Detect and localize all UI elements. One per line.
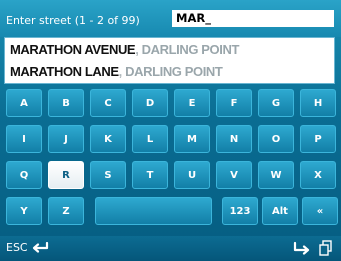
street-name: MARATHON AVENUE	[10, 42, 136, 57]
street-name: MARATHON LANE	[10, 64, 119, 79]
enter-arrow-icon	[32, 241, 50, 254]
key-r[interactable]: R	[48, 161, 84, 189]
key-q[interactable]: Q	[6, 161, 42, 189]
key-s[interactable]: S	[90, 161, 126, 189]
footer-bar: ESC	[0, 236, 341, 261]
esc-label: ESC	[6, 241, 28, 254]
key-g[interactable]: G	[258, 89, 294, 117]
key-l[interactable]: L	[132, 125, 168, 153]
key-e[interactable]: E	[174, 89, 210, 117]
suburb-name: DARLING POINT	[138, 42, 240, 57]
search-input[interactable]: MAR_	[172, 10, 334, 27]
search-header: Enter street (1 - 2 of 99) MAR_	[0, 0, 341, 37]
key-z[interactable]: Z	[48, 197, 84, 225]
key-u[interactable]: U	[174, 161, 210, 189]
list-item[interactable]: MARATHON AVENUE, DARLING POINT	[10, 39, 239, 60]
pages-icon[interactable]	[319, 240, 333, 260]
key-h[interactable]: H	[300, 89, 336, 117]
esc-button[interactable]: ESC	[6, 241, 50, 254]
forward-arrow-icon[interactable]	[293, 240, 311, 260]
key-m[interactable]: M	[174, 125, 210, 153]
key-o[interactable]: O	[258, 125, 294, 153]
key-w[interactable]: W	[258, 161, 294, 189]
key-p[interactable]: P	[300, 125, 336, 153]
key-a[interactable]: A	[6, 89, 42, 117]
key-k[interactable]: K	[90, 125, 126, 153]
key-f[interactable]: F	[216, 89, 252, 117]
space-key[interactable]	[95, 197, 212, 225]
alt-key[interactable]: Alt	[262, 197, 298, 225]
key-d[interactable]: D	[132, 89, 168, 117]
key-i[interactable]: I	[6, 125, 42, 153]
suburb-name: DARLING POINT	[121, 64, 223, 79]
prompt-label: Enter street (1 - 2 of 99)	[6, 14, 140, 27]
footer-actions	[293, 240, 333, 260]
backspace-key[interactable]: «	[302, 197, 338, 225]
key-j[interactable]: J	[48, 125, 84, 153]
key-n[interactable]: N	[216, 125, 252, 153]
numeric-key[interactable]: 123	[222, 197, 258, 225]
key-v[interactable]: V	[216, 161, 252, 189]
key-c[interactable]: C	[90, 89, 126, 117]
key-b[interactable]: B	[48, 89, 84, 117]
street-entry-screen: Enter street (1 - 2 of 99) MAR_ MARATHON…	[0, 0, 341, 261]
list-item[interactable]: MARATHON LANE, DARLING POINT	[10, 61, 223, 82]
key-x[interactable]: X	[300, 161, 336, 189]
key-t[interactable]: T	[132, 161, 168, 189]
results-list: MARATHON AVENUE, DARLING POINT MARATHON …	[4, 37, 335, 84]
key-y[interactable]: Y	[6, 197, 42, 225]
